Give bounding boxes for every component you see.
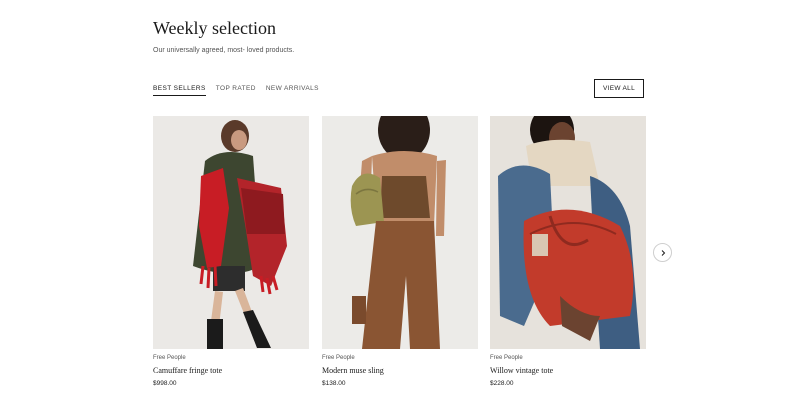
product-brand: Free People — [490, 355, 523, 361]
view-all-button[interactable]: VIEW ALL — [594, 79, 644, 98]
carousel-next-button[interactable] — [653, 243, 672, 262]
product-image[interactable] — [322, 116, 478, 349]
product-card[interactable]: Free People Modern muse sling $138.00 — [322, 116, 478, 387]
tab-top-rated[interactable]: TOP RATED — [216, 85, 256, 96]
tab-best-sellers[interactable]: BEST SELLERS — [153, 85, 206, 96]
product-price: $228.00 — [490, 380, 514, 387]
product-brand: Free People — [322, 355, 355, 361]
tab-new-arrivals[interactable]: NEW ARRIVALS — [266, 85, 319, 96]
product-image[interactable] — [153, 116, 309, 349]
section-subtitle: Our universally agreed, most- loved prod… — [153, 47, 295, 54]
product-price: $138.00 — [322, 380, 346, 387]
tab-bar: BEST SELLERS TOP RATED NEW ARRIVALS — [153, 85, 319, 96]
product-brand: Free People — [153, 355, 186, 361]
product-name[interactable]: Modern muse sling — [322, 366, 478, 375]
product-card[interactable]: Free People Camuffare fringe tote $998.0… — [153, 116, 309, 387]
product-name[interactable]: Camuffare fringe tote — [153, 366, 309, 375]
product-image[interactable] — [490, 116, 646, 349]
section-title: Weekly selection — [153, 18, 277, 38]
chevron-right-icon — [661, 249, 665, 256]
product-price: $998.00 — [153, 380, 177, 387]
product-card[interactable]: Free People Willow vintage tote $228.00 — [490, 116, 646, 387]
product-name[interactable]: Willow vintage tote — [490, 366, 646, 375]
